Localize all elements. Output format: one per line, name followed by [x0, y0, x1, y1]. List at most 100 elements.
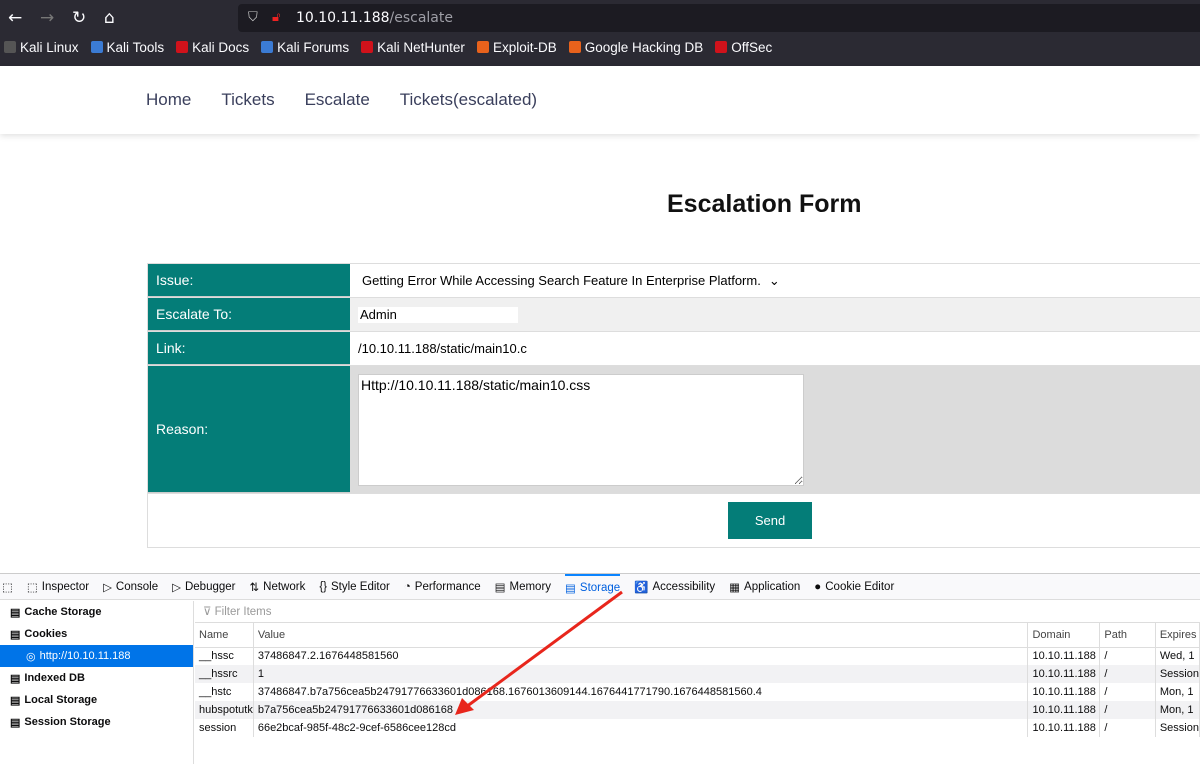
table-row[interactable]: __hstc 37486847.b7a756cea5b24791776633601… — [195, 683, 1200, 701]
bookmark-label: Kali Tools — [106, 40, 165, 55]
tab-application[interactable]: ▦ Application — [729, 574, 800, 600]
sidebar-item-label: Cookies — [24, 628, 68, 640]
tab-debugger[interactable]: ▷ Debugger — [172, 574, 235, 600]
sidebar-item[interactable]: ▤ Session Storage — [0, 711, 193, 733]
bookmark-label: Exploit-DB — [492, 40, 557, 55]
bookmark-item[interactable]: Kali Tools — [90, 40, 165, 55]
issue-value: Getting Error While Accessing Search Fea… — [362, 273, 761, 288]
escalate-to-input[interactable]: Admin — [358, 306, 518, 323]
column-header[interactable]: Name — [195, 623, 254, 648]
forward-icon[interactable]: → — [40, 8, 54, 28]
column-header[interactable]: Path — [1099, 623, 1156, 648]
table-row[interactable]: session 66e2bcaf-985f-48c2-9cef-6586cee12… — [195, 719, 1200, 737]
nav-link-tickets-escalated-[interactable]: Tickets(escalated) — [400, 90, 537, 110]
escalate-label: Escalate To: — [148, 298, 350, 331]
network-icon: ⇅ — [249, 581, 260, 594]
reload-icon[interactable]: ↻ — [72, 8, 86, 28]
tab-network[interactable]: ⇅ Network — [250, 574, 306, 600]
tab-inspector[interactable]: ⬚ Inspector — [27, 574, 89, 600]
page-title: Escalation Form — [667, 190, 862, 218]
tab-memory[interactable]: ▤ Memory — [495, 574, 551, 600]
sidebar-item[interactable]: ▤ Cookies — [0, 623, 193, 645]
sidebar-item[interactable]: ▤ Local Storage — [0, 689, 193, 711]
table-row[interactable]: __hssrc 1 10.10.11.188/Session — [195, 665, 1200, 683]
column-header[interactable]: Domain — [1027, 623, 1101, 648]
bookmark-label: OffSec — [731, 40, 773, 55]
table-cell: / — [1099, 665, 1156, 683]
issue-select[interactable]: Getting Error While Accessing Search Fea… — [350, 264, 1200, 297]
table-cell: Session — [1155, 719, 1200, 737]
table-cell: Wed, 1 — [1155, 647, 1200, 665]
bookmark-item[interactable]: Google Hacking DB — [568, 40, 703, 55]
table-cell: / — [1099, 683, 1156, 701]
sidebar-item-label: Indexed DB — [24, 672, 85, 684]
nav-link-escalate[interactable]: Escalate — [305, 90, 370, 110]
tab-accessibility[interactable]: ♿ Accessibility — [634, 574, 715, 600]
table-cell: __hssrc — [195, 665, 254, 683]
table-cell: 66e2bcaf-985f-48c2-9cef-6586cee128cd — [253, 719, 1029, 737]
tab-label: Storage — [579, 581, 621, 594]
chevron-down-icon: ⌄ — [768, 272, 780, 288]
table-cell: / — [1099, 719, 1156, 737]
bookmark-icon — [176, 41, 189, 53]
table-row[interactable]: hubspotutk b7a756cea5b24791776633601d0861… — [195, 701, 1200, 719]
send-button[interactable]: Send — [728, 502, 812, 539]
storage-icon: ▤ — [10, 672, 21, 685]
bookmark-item[interactable]: Exploit-DB — [476, 40, 557, 55]
sidebar-item-label: Session Storage — [24, 716, 111, 728]
bookmark-icon — [4, 41, 16, 53]
devtools-panel: ⬚ ⬚ Inspector ▷ Console ▷ Debugger ⇅ Network{} St… — [0, 573, 1200, 764]
link-input[interactable]: /10.10.11.188/static/main10.c — [350, 332, 1200, 365]
table-cell: 1 — [253, 665, 1029, 683]
url-bar[interactable]: ⛉ 🔓︎ 10.10.11.188/escalate — [238, 4, 1200, 32]
back-icon[interactable]: ← — [8, 8, 22, 28]
sidebar-item[interactable]: ▤ Cache Storage — [0, 601, 193, 623]
table-cell: / — [1099, 647, 1156, 665]
column-header[interactable]: Value — [253, 623, 1029, 648]
sidebar-item-label: Cache Storage — [24, 606, 102, 618]
sidebar-item[interactable]: ◎ http://10.10.11.188 — [0, 645, 193, 667]
nav-link-tickets[interactable]: Tickets — [221, 90, 274, 110]
storage-icon: ▤ — [10, 716, 21, 729]
tab-console[interactable]: ▷ Console — [103, 574, 158, 600]
bookmark-item[interactable]: Kali Linux — [4, 40, 79, 55]
sidebar-item-label: Local Storage — [24, 694, 98, 706]
console-icon: ▷ — [103, 581, 112, 594]
bookmark-icon — [476, 41, 489, 53]
tab-label: Inspector — [41, 580, 90, 593]
bookmark-item[interactable]: Kali Forums — [261, 40, 349, 55]
bookmark-item[interactable]: Kali NetHunter — [361, 40, 465, 55]
table-cell: / — [1099, 701, 1156, 719]
tab-label: Performance — [414, 580, 481, 593]
table-cell: 10.10.11.188 — [1027, 719, 1101, 737]
nav-link-home[interactable]: Home — [146, 90, 191, 110]
tab-label: Cookie Editor — [825, 580, 895, 593]
bookmark-item[interactable]: OffSec — [715, 40, 772, 55]
tab-label: Memory — [509, 580, 552, 593]
style-editor-icon: {} — [319, 580, 328, 593]
insecure-lock-icon: 🔓︎ — [272, 10, 281, 25]
sidebar-item[interactable]: ▤ Indexed DB — [0, 667, 193, 689]
bookmark-label: Kali Linux — [20, 40, 79, 55]
bookmark-item[interactable]: Kali Docs — [176, 40, 249, 55]
site-nav: Home Tickets Escalate Tickets(escalated) — [0, 66, 1200, 134]
bookmark-icon — [568, 41, 581, 53]
home-icon[interactable]: ⌂ — [104, 8, 115, 28]
issue-label: Issue: — [148, 264, 350, 297]
reason-textarea[interactable]: Http://10.10.11.188/static/main10.css — [358, 374, 804, 486]
tab-style-editor[interactable]: {} Style Editor — [319, 574, 390, 600]
filter-input[interactable]: ⊽ Filter Items — [195, 601, 1200, 623]
tab-storage[interactable]: ▤ Storage — [565, 573, 621, 600]
memory-icon: ▤ — [494, 581, 506, 594]
element-picker-icon[interactable]: ⬚ — [2, 580, 13, 594]
tab-performance[interactable]: ◔ Performance — [404, 574, 481, 600]
storage-icon: ▤ — [10, 628, 21, 641]
tab-label: Style Editor — [331, 580, 390, 593]
table-cell: 37486847.b7a756cea5b24791776633601d08616… — [253, 683, 1029, 701]
column-header[interactable]: Expires — [1155, 623, 1200, 648]
table-row[interactable]: __hssc 37486847.2.1676448581560 10.10.11.1… — [195, 647, 1200, 665]
storage-icon: ▤ — [10, 606, 21, 619]
table-cell: session — [195, 719, 254, 737]
tab-cookie-editor[interactable]: ● Cookie Editor — [814, 574, 894, 600]
table-cell: b7a756cea5b24791776633601d086168 — [253, 701, 1029, 719]
